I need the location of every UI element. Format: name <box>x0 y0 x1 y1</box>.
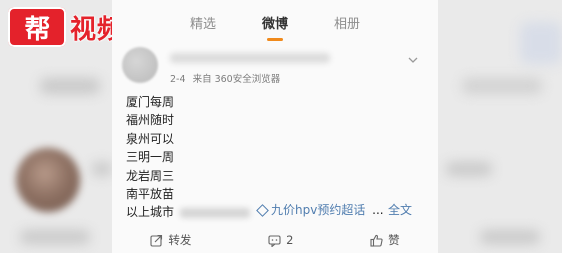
ellipsis: ... <box>372 203 384 217</box>
bang-video-logo: 帮 视频 <box>8 7 124 47</box>
tab-album[interactable]: 相册 <box>334 13 360 32</box>
blurred-text <box>480 230 540 244</box>
tab-bar: 精选 微博 相册 <box>112 0 438 44</box>
like-button[interactable]: 赞 <box>370 232 400 248</box>
blurred-text <box>40 78 100 94</box>
post-line: 南平放苗 <box>126 187 175 202</box>
tab-weibo[interactable]: 微博 <box>262 13 288 32</box>
post-source: 来自 360安全浏览器 <box>192 74 281 85</box>
thumbs-up-icon <box>370 234 383 247</box>
logo-box-text: 帮 <box>24 14 50 45</box>
weibo-card: 精选 微博 相册 2-4 来自 360安全浏览器 厦门每周 福州随时 泉州可以 … <box>112 0 438 253</box>
post-line: 厦门每周 <box>126 95 175 109</box>
blurred-text <box>20 230 90 244</box>
post-line: 三明一周 <box>126 150 175 165</box>
blurred-text <box>462 78 542 94</box>
tab-featured[interactable]: 精选 <box>190 13 216 32</box>
blurred-avatar-left <box>16 148 80 212</box>
chevron-down-icon[interactable] <box>408 55 418 65</box>
avatar[interactable] <box>122 47 158 83</box>
topic-link[interactable]: 九价hpv预约超话 ... <box>256 201 384 218</box>
post-line-text: 以上城市 <box>126 205 175 220</box>
repost-icon <box>150 234 163 247</box>
blurred-text <box>446 162 492 176</box>
blurred-text <box>180 207 251 218</box>
post-meta: 2-4 来自 360安全浏览器 <box>170 71 280 85</box>
post-line: 龙岩周三 <box>126 168 175 183</box>
blurred-avatar-right <box>520 22 562 64</box>
logo-box: 帮 <box>8 7 66 47</box>
post-date: 2-4 <box>170 74 186 85</box>
super-topic-icon <box>256 204 269 217</box>
comment-button[interactable]: 2 <box>268 233 293 247</box>
post-actions: 转发 2 赞 <box>112 229 438 251</box>
author-name-blurred[interactable] <box>170 53 330 63</box>
topic-label: 九价hpv预约超话 <box>271 203 366 217</box>
full-text-link[interactable]: 全文 <box>388 201 412 218</box>
post-content: 厦门每周 福州随时 泉州可以 三明一周 龙岩周三 南平放苗 以上城市 <box>126 93 251 222</box>
post-author: 2-4 来自 360安全浏览器 <box>122 47 422 87</box>
blurred-text <box>92 162 112 176</box>
like-label: 赞 <box>388 233 400 247</box>
post-line: 福州随时 <box>126 113 175 128</box>
comment-icon <box>268 234 281 247</box>
post-line: 泉州可以 <box>126 131 175 146</box>
post-line-last: 以上城市 <box>126 203 251 221</box>
comment-count: 2 <box>286 233 294 247</box>
repost-label: 转发 <box>168 233 192 247</box>
repost-button[interactable]: 转发 <box>150 232 191 248</box>
